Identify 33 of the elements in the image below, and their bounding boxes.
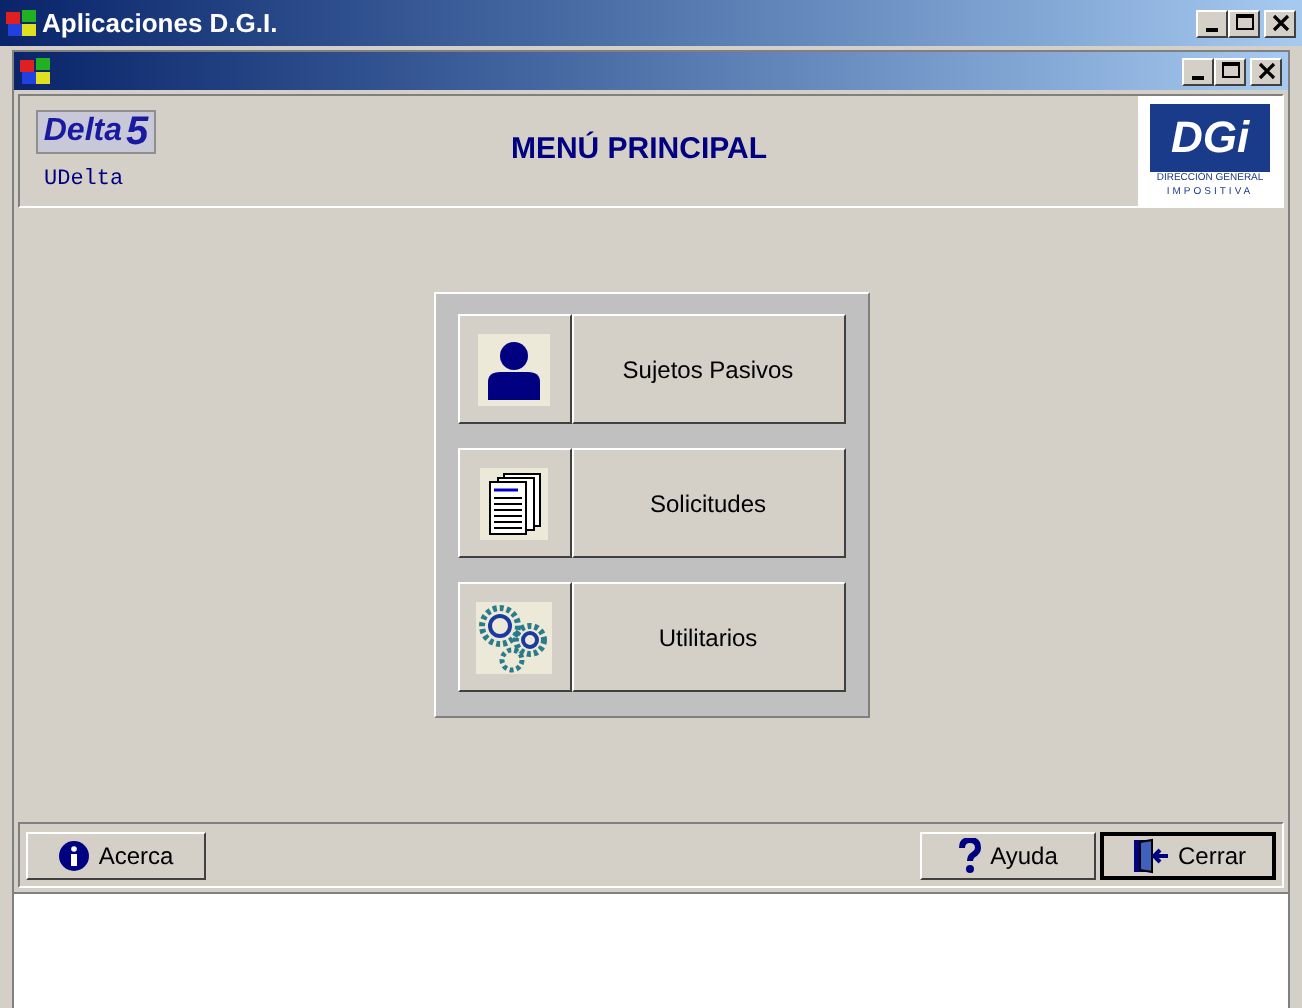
info-icon xyxy=(58,839,91,871)
menu-button[interactable]: Utilitarios xyxy=(571,582,845,692)
documents-icon xyxy=(480,467,548,539)
module-name: UDelta xyxy=(42,166,126,196)
menu-icon-button[interactable] xyxy=(457,314,571,424)
help-icon xyxy=(958,837,983,873)
minimize-button[interactable] xyxy=(1196,9,1228,37)
minimize-button[interactable] xyxy=(1182,57,1214,85)
maximize-button[interactable] xyxy=(1228,9,1260,37)
app-icon xyxy=(6,9,38,37)
help-button[interactable]: Ayuda xyxy=(920,831,1096,879)
minimize-icon xyxy=(1192,75,1204,79)
menu-icon-button[interactable] xyxy=(457,582,571,692)
menu-button[interactable]: Solicitudes xyxy=(571,448,845,558)
close-icon xyxy=(1269,12,1291,34)
window-title: Aplicaciones D.G.I. xyxy=(42,5,278,42)
close-app-button[interactable]: Cerrar xyxy=(1100,831,1276,879)
about-button[interactable]: Acerca xyxy=(26,831,206,879)
child-app-icon xyxy=(20,57,52,85)
menu-button[interactable]: Sujetos Pasivos xyxy=(571,314,845,424)
person-icon xyxy=(478,333,550,405)
close-icon xyxy=(1255,60,1277,82)
close-button[interactable] xyxy=(1264,9,1296,37)
exit-door-icon xyxy=(1129,837,1170,873)
close-button[interactable] xyxy=(1250,57,1282,85)
minimize-icon xyxy=(1206,27,1218,31)
gears-icon xyxy=(476,601,552,673)
product-badge: Delta5 xyxy=(36,110,156,154)
maximize-icon xyxy=(1233,12,1255,34)
maximize-button[interactable] xyxy=(1214,57,1246,85)
page-title: MENÚ PRINCIPAL xyxy=(510,129,768,171)
menu-icon-button[interactable] xyxy=(457,448,571,558)
maximize-icon xyxy=(1219,60,1241,82)
